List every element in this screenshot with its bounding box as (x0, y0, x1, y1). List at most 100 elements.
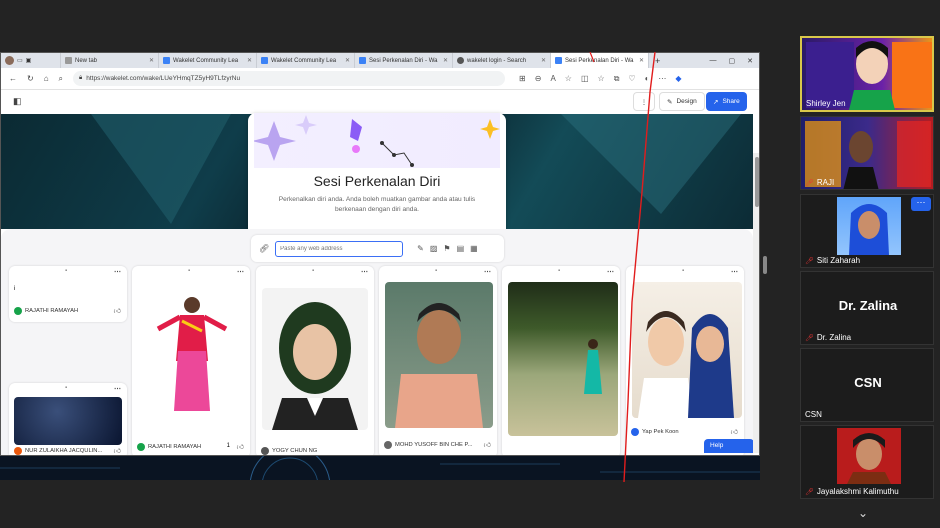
close-tab-icon[interactable]: ✕ (149, 57, 154, 64)
person-photo[interactable] (385, 282, 493, 428)
participant-label: RAJI (816, 178, 835, 187)
bookmark-icon[interactable]: ⚑ (443, 244, 450, 253)
scroll-down-chevron-icon[interactable]: ⌄ (858, 506, 868, 520)
drag-handle[interactable]: ▪ (188, 268, 190, 274)
profile-area[interactable]: ▭ ▣ (1, 53, 61, 68)
app-available-icon[interactable]: ⊞ (519, 74, 526, 84)
add-note-icon[interactable]: ✎ (417, 244, 424, 253)
close-tab-icon[interactable]: ✕ (541, 57, 546, 64)
close-window-icon[interactable]: ✕ (747, 57, 753, 65)
add-text-icon[interactable]: ▤ (457, 244, 465, 253)
more-add-icon[interactable]: ▦ (470, 244, 478, 253)
participant-tile[interactable]: Shirley Jen (800, 36, 934, 112)
post-card[interactable]: ▪ ⋯ RAJATHI RAMAYAH 1 👍︎ (132, 266, 250, 455)
share-button[interactable]: ↗ Share (706, 92, 747, 111)
more-icon[interactable]: ⋯ (114, 268, 121, 276)
drag-handle[interactable]: ▪ (558, 268, 560, 274)
drag-handle[interactable]: ▪ (682, 268, 684, 274)
stars-illustration (252, 115, 500, 168)
wakelet-icon (163, 57, 170, 64)
tab-actions-icon[interactable]: ▣ (26, 57, 32, 64)
participant-name: Shirley Jen (806, 99, 846, 108)
like-icon[interactable]: 👍︎ (484, 440, 491, 449)
more-icon[interactable]: ⋯ (361, 268, 368, 276)
tab-new[interactable]: New tab ✕ (61, 53, 159, 68)
home-icon[interactable]: ⌂ (44, 74, 49, 83)
splitter-handle[interactable] (763, 256, 767, 274)
tab-wakelet-community-1[interactable]: Wakelet Community Lea ✕ (159, 53, 257, 68)
participant-tile[interactable]: 🎤︎ RAJI (800, 116, 934, 190)
author-name: MOHD YUSOFF BIN CHE P... (395, 442, 473, 448)
person-photo[interactable] (152, 291, 232, 426)
like-icon[interactable]: 👍︎ (731, 427, 738, 436)
profile-photo (837, 428, 901, 484)
search-icon (457, 57, 464, 64)
more-icon[interactable]: ⋯ (731, 268, 738, 276)
scrollbar-thumb[interactable] (755, 157, 759, 207)
header-illustration (252, 113, 500, 168)
favorite-icon[interactable]: ☆ (565, 74, 572, 84)
dancer-figure (156, 297, 228, 411)
maximize-icon[interactable]: ▢ (729, 57, 736, 65)
window-controls: — ▢ ✕ (710, 57, 760, 65)
collection-title[interactable]: Sesi Perkenalan Diri (248, 173, 506, 189)
search-icon[interactable]: ⌕ (59, 74, 63, 84)
workspaces-icon[interactable]: ▭ (17, 57, 23, 64)
drag-handle[interactable]: ▪ (312, 268, 314, 274)
night-sky-photo[interactable] (14, 397, 122, 445)
back-icon[interactable]: ← (9, 74, 17, 83)
more-icon[interactable]: ⋯ (237, 268, 244, 276)
participant-initials: CSN (854, 375, 882, 390)
more-icon[interactable]: ⋯ (484, 268, 491, 276)
minimize-icon[interactable]: — (710, 57, 717, 65)
post-card[interactable]: ▪ ⋯ i RAJATHI RAMAYAH 👍︎ (9, 266, 127, 322)
design-label: Design (676, 98, 697, 105)
tab-wakelet-community-2[interactable]: Wakelet Community Lea ✕ (257, 53, 355, 68)
participant-tile[interactable]: 🎤︎ Jayalakshmi Kalimuthu (800, 425, 934, 499)
web-address-input[interactable] (275, 240, 404, 257)
zoom-meeting-window: ▭ ▣ New tab ✕ Wakelet Community Lea ✕ Wake… (0, 0, 940, 528)
participant-tile[interactable]: CSN CSN (800, 348, 934, 422)
tab-sesi-perkenalan-1[interactable]: Sesi Perkenalan Diri - Wa ✕ (355, 53, 453, 68)
like-icon[interactable]: 👍︎ (114, 306, 121, 315)
help-button[interactable]: Help (704, 439, 754, 453)
close-tab-icon[interactable]: ✕ (345, 57, 350, 64)
participant-label: Dr. Zalina (816, 333, 852, 342)
avatar (14, 307, 22, 315)
post-author: MOHD YUSOFF BIN CHE P... (384, 441, 472, 449)
copilot-icon[interactable]: ◆ (675, 74, 681, 84)
post-card[interactable]: ▪ ⋯ MOHD YUSOFF BIN CHE P... 👍︎ (379, 266, 497, 455)
wakelet-icon (359, 57, 366, 64)
drag-handle[interactable]: ▪ (435, 268, 437, 274)
post-card[interactable]: ▪ ⋯ YOGY CHUN NG (256, 266, 374, 455)
more-options-icon[interactable]: ⋯ (911, 197, 931, 211)
muted-mic-icon: 🎤︎ (805, 334, 814, 342)
more-icon[interactable]: ⋯ (114, 385, 121, 393)
refresh-icon[interactable]: ↻ (27, 74, 34, 83)
tab-wakelet-login-search[interactable]: wakelet login - Search ✕ (453, 53, 551, 68)
author-name: RAJATHI RAMAYAH (148, 444, 202, 450)
participant-name: 🎤︎ RAJI (805, 178, 834, 187)
like-icon[interactable]: 👍︎ (114, 446, 121, 455)
read-aloud-icon[interactable]: A (550, 74, 555, 84)
close-tab-icon[interactable]: ✕ (247, 57, 252, 64)
url-field[interactable]: 🔒︎ https://wakelet.com/wake/LUeYHmqTZ5yH… (73, 71, 506, 86)
collection-description[interactable]: Perkenalkan diri anda. Anda boleh muatka… (268, 195, 486, 215)
avatar (137, 443, 145, 451)
drag-handle[interactable]: ▪ (65, 385, 67, 391)
like-icon[interactable]: 👍︎ (237, 442, 244, 451)
participant-tile[interactable]: Dr. Zalina 🎤︎ Dr. Zalina (800, 271, 934, 345)
drag-handle[interactable]: ▪ (65, 268, 67, 274)
add-image-icon[interactable]: ▨ (430, 244, 438, 253)
page-scrollbar[interactable] (753, 153, 759, 453)
participant-label: Shirley Jen (806, 99, 846, 108)
profile-avatar[interactable] (5, 56, 14, 65)
author-name: NUR ZULAIKHA JACQULIN... (25, 448, 103, 454)
close-tab-icon[interactable]: ✕ (443, 57, 448, 64)
participant-tile[interactable]: ⋯ 🎤︎ Siti Zaharah (800, 194, 934, 268)
share-label: Share (722, 98, 740, 105)
person-photo[interactable] (262, 288, 368, 430)
zoom-icon[interactable]: ⊖ (535, 74, 542, 84)
sidebar-toggle-icon[interactable]: ◧ (13, 96, 22, 107)
post-card[interactable]: ▪ ⋯ NUR ZULAIKHA JACQULIN... 👍︎ (9, 383, 127, 455)
